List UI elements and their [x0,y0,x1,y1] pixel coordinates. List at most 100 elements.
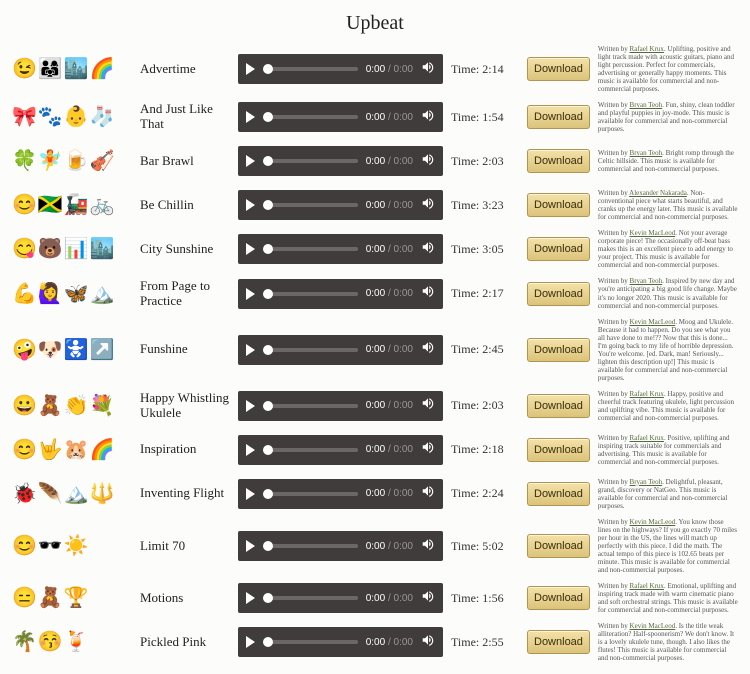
author-link[interactable]: Rafael Krux [630,582,664,590]
play-icon[interactable] [246,400,255,412]
author-link[interactable]: Alexander Nakarada [629,189,687,197]
track-row: 😊🤟🐹🌈Inspiration0:00 / 0:00Time: 2:18Down… [12,430,738,470]
author-link[interactable]: Bryan Teoh [630,101,663,109]
download-button[interactable]: Download [527,237,590,261]
download-button[interactable]: Download [527,586,590,610]
author-link[interactable]: Bryan Teoh [630,149,663,157]
audio-player[interactable]: 0:00 / 0:00 [238,234,443,264]
volume-icon[interactable] [421,340,435,359]
scrubber[interactable] [263,203,358,207]
volume-icon[interactable] [421,633,435,652]
scrubber[interactable] [263,596,358,600]
volume-icon[interactable] [421,284,435,303]
download-button[interactable]: Download [527,105,590,129]
volume-icon[interactable] [421,240,435,259]
scrubber[interactable] [263,247,358,251]
play-icon[interactable] [246,344,255,356]
volume-icon[interactable] [421,152,435,171]
scrubber[interactable] [263,159,358,163]
scrubber[interactable] [263,67,358,71]
audio-player[interactable]: 0:00 / 0:00 [238,190,443,220]
scrubber[interactable] [263,544,358,548]
track-description: Written by Alexander Nakarada. Non-conve… [598,189,738,221]
track-description: Written by Bryan Teoh. Delightful, pleas… [598,478,738,510]
download-button[interactable]: Download [527,394,590,418]
volume-icon[interactable] [421,537,435,556]
author-link[interactable]: Kevin MacLeod [630,229,676,237]
scrubber[interactable] [263,448,358,452]
author-link[interactable]: Bryan Teoh [630,277,663,285]
author-link[interactable]: Kevin MacLeod [630,518,676,526]
download-button[interactable]: Download [527,482,590,506]
track-duration: Time: 2:24 [451,486,519,501]
track-emojis: 😀🧸👏💐 [12,396,132,416]
play-icon[interactable] [246,636,255,648]
audio-player[interactable]: 0:00 / 0:00 [238,54,443,84]
play-icon[interactable] [246,444,255,456]
track-duration: Time: 1:56 [451,591,519,606]
scrubber[interactable] [263,115,358,119]
track-emojis: 🤪🐶🚼↗️ [12,340,132,360]
download-button[interactable]: Download [527,282,590,306]
player-time: 0:00 / 0:00 [366,64,413,75]
track-row: 💪🙋‍♀️🦋🏔️From Page to Practice0:00 / 0:00… [12,274,738,314]
download-button[interactable]: Download [527,338,590,362]
audio-player[interactable]: 0:00 / 0:00 [238,531,443,561]
player-time: 0:00 / 0:00 [366,637,413,648]
author-link[interactable]: Kevin MacLeod [630,318,676,326]
track-emojis: 😊🤟🐹🌈 [12,440,132,460]
track-row: 😊🕶️☀️Limit 700:00 / 0:00Time: 5:02Downlo… [12,518,738,574]
volume-icon[interactable] [421,108,435,127]
author-link[interactable]: Rafael Krux [630,434,664,442]
track-duration: Time: 1:54 [451,110,519,125]
audio-player[interactable]: 0:00 / 0:00 [238,583,443,613]
play-icon[interactable] [246,243,255,255]
track-duration: Time: 2:17 [451,286,519,301]
track-row: 🍀🧚🍺🎻Bar Brawl0:00 / 0:00Time: 2:03Downlo… [12,141,738,181]
download-button[interactable]: Download [527,630,590,654]
audio-player[interactable]: 0:00 / 0:00 [238,479,443,509]
audio-player[interactable]: 0:00 / 0:00 [238,627,443,657]
volume-icon[interactable] [421,440,435,459]
download-button[interactable]: Download [527,149,590,173]
track-description: Written by Bryan Teoh. Inspired by new d… [598,277,738,309]
author-link[interactable]: Rafael Krux [630,390,664,398]
track-duration: Time: 3:05 [451,242,519,257]
play-icon[interactable] [246,111,255,123]
download-button[interactable]: Download [527,57,590,81]
volume-icon[interactable] [421,60,435,79]
play-icon[interactable] [246,288,255,300]
scrubber[interactable] [263,348,358,352]
scrubber[interactable] [263,492,358,496]
volume-icon[interactable] [421,484,435,503]
audio-player[interactable]: 0:00 / 0:00 [238,279,443,309]
audio-player[interactable]: 0:00 / 0:00 [238,391,443,421]
scrubber[interactable] [263,404,358,408]
volume-icon[interactable] [421,396,435,415]
track-description: Written by Kevin MacLeod. Is the title w… [598,622,738,662]
audio-player[interactable]: 0:00 / 0:00 [238,146,443,176]
volume-icon[interactable] [421,196,435,215]
player-time: 0:00 / 0:00 [366,288,413,299]
track-title: Pickled Pink [140,635,230,650]
play-icon[interactable] [246,199,255,211]
scrubber[interactable] [263,292,358,296]
author-link[interactable]: Bryan Teoh [630,478,663,486]
scrubber[interactable] [263,640,358,644]
audio-player[interactable]: 0:00 / 0:00 [238,435,443,465]
download-button[interactable]: Download [527,438,590,462]
author-link[interactable]: Kevin MacLeod [630,622,676,630]
play-icon[interactable] [246,488,255,500]
author-link[interactable]: Rafael Krux [630,45,664,53]
track-duration: Time: 2:55 [451,635,519,650]
volume-icon[interactable] [421,589,435,608]
play-icon[interactable] [246,592,255,604]
download-button[interactable]: Download [527,193,590,217]
audio-player[interactable]: 0:00 / 0:00 [238,335,443,365]
play-icon[interactable] [246,540,255,552]
audio-player[interactable]: 0:00 / 0:00 [238,102,443,132]
track-title: From Page to Practice [140,279,230,309]
play-icon[interactable] [246,155,255,167]
download-button[interactable]: Download [527,534,590,558]
play-icon[interactable] [246,63,255,75]
